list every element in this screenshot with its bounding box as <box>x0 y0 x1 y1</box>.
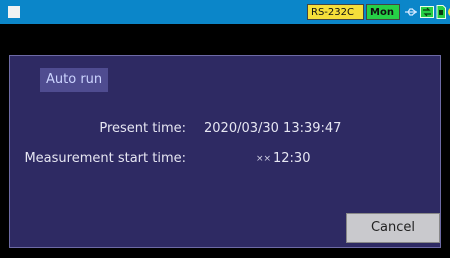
dialog-title: Auto run <box>40 68 109 92</box>
status-bar: RS-232C Mon <box>0 0 450 24</box>
usb-icon <box>405 8 418 16</box>
start-date-placeholder: ×× <box>256 154 272 164</box>
monitor-badge: Mon <box>366 4 400 20</box>
present-time-label: Present time: <box>99 121 186 136</box>
sd-card-icon <box>436 5 446 19</box>
window-square-icon <box>8 6 20 18</box>
measurement-start-time-value: 12:30 <box>273 151 311 166</box>
cancel-button[interactable]: Cancel <box>346 213 440 243</box>
present-time-value: 2020/03/30 13:39:47 <box>204 121 342 136</box>
rs232c-badge: RS-232C <box>307 4 364 20</box>
lan-icon <box>420 6 434 18</box>
auto-run-dialog: Auto run Present time: 2020/03/30 13:39:… <box>9 55 441 248</box>
measurement-start-time-label: Measurement start time: <box>24 151 186 166</box>
